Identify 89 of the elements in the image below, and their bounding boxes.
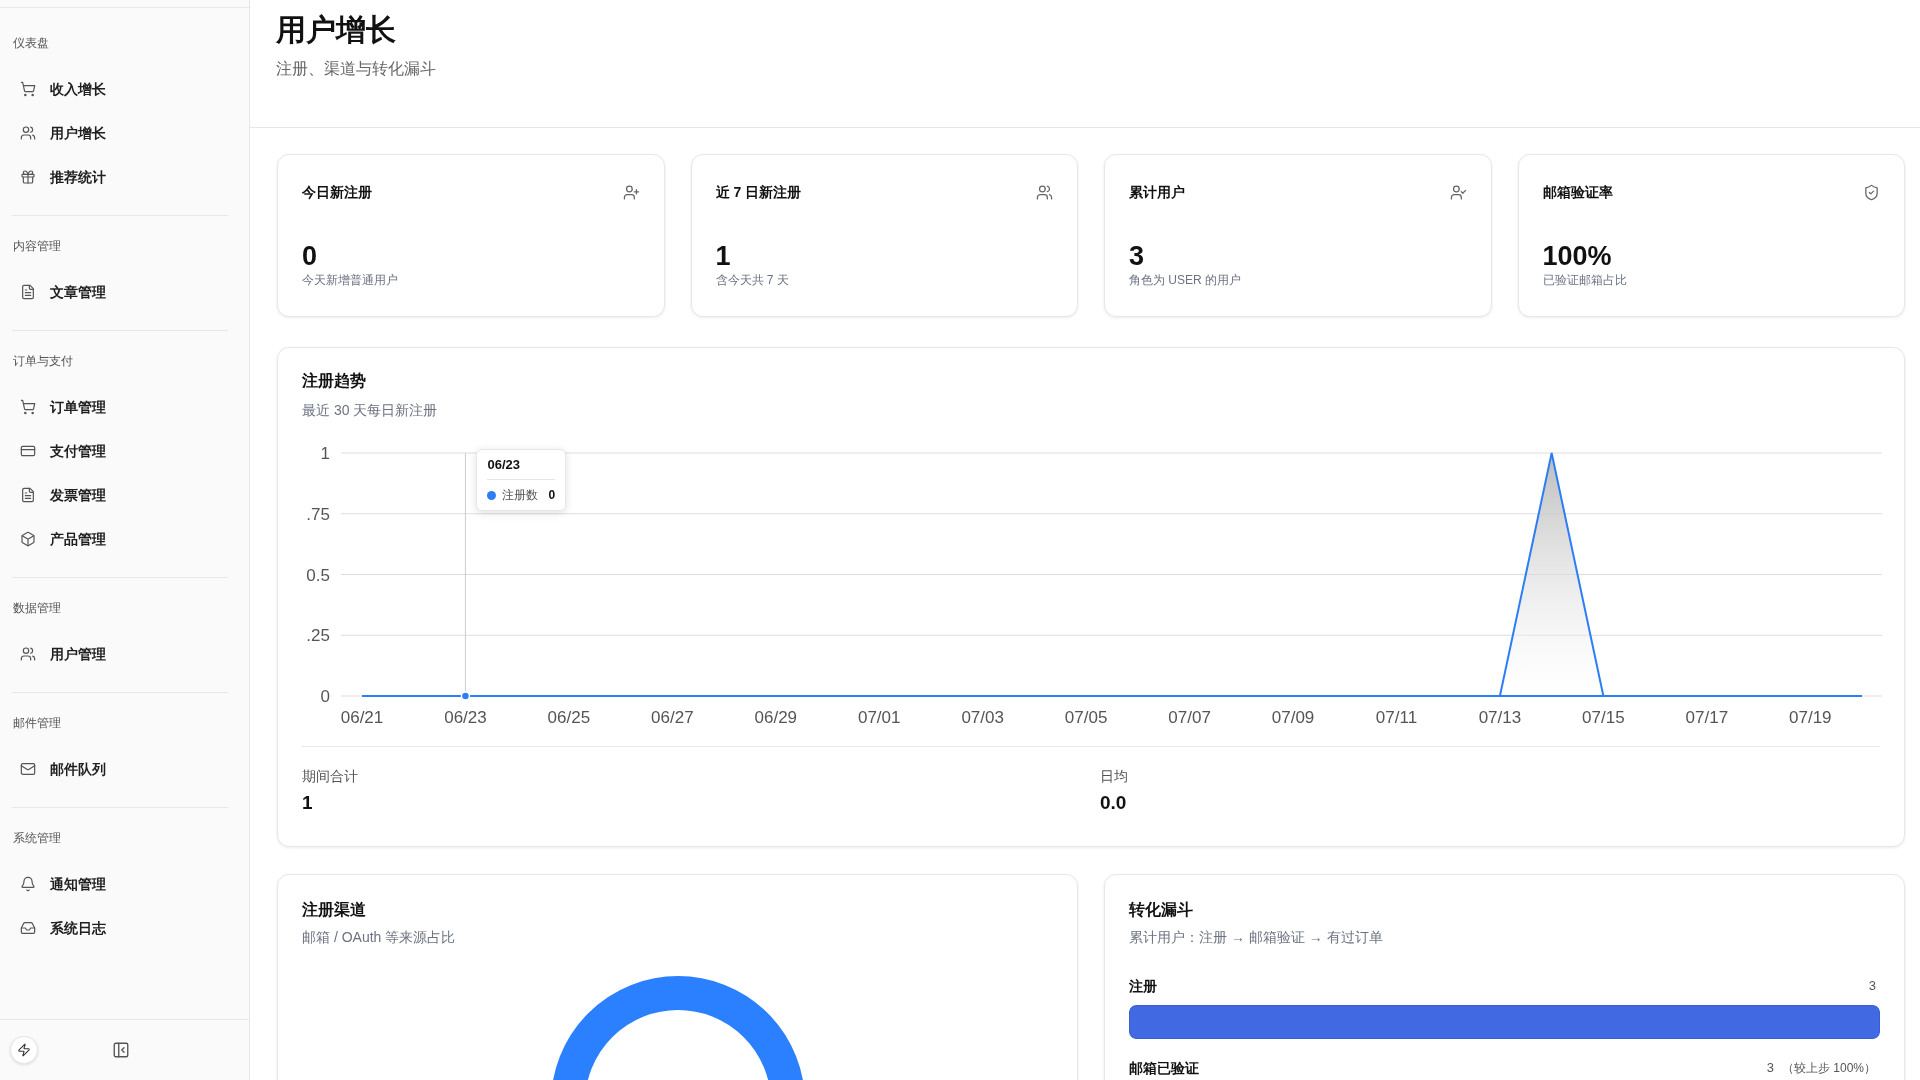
stat-value: 1 <box>715 240 732 272</box>
gift-icon <box>20 169 36 185</box>
nav-item[interactable]: 发票管理 <box>12 473 228 517</box>
axis-label: 06/23 <box>444 708 487 727</box>
stat-value: 100% <box>1542 240 1613 272</box>
card-title: 转化漏斗 <box>1129 900 1194 920</box>
axis-label: 07/05 <box>1064 708 1108 727</box>
stat-title: 累计用户 <box>1129 183 1185 202</box>
axis-label: 07/15 <box>1582 708 1625 727</box>
nav-item[interactable]: 用户管理 <box>12 632 228 676</box>
axis-label: 07/19 <box>1789 708 1832 727</box>
users-icon <box>20 125 36 141</box>
summary-label: 期间合计 <box>302 767 359 786</box>
axis-label: 07/01 <box>857 708 901 727</box>
page-subtitle: 注册、渠道与转化漏斗 <box>276 59 437 79</box>
panel-left-icon[interactable] <box>112 1041 130 1059</box>
stat-title: 邮箱验证率 <box>1542 183 1613 202</box>
funnel-step-label: 注册 <box>1129 977 1157 996</box>
credit-card-icon <box>20 443 36 459</box>
axis-label: 07/11 <box>1375 708 1418 727</box>
nav-group-label: 仪表盘 <box>13 35 50 52</box>
shopping-cart-icon <box>20 399 36 415</box>
tooltip-title: 06/23 <box>487 456 556 480</box>
card-title: 注册趋势 <box>302 371 367 391</box>
nav-item[interactable]: 订单管理 <box>12 385 228 429</box>
funnel-step-note: （较上步 100%） <box>1781 1060 1876 1077</box>
axis-label: 06/21 <box>340 708 384 727</box>
tooltip-value: 0 <box>548 487 556 503</box>
tooltip-series-name: 注册数 <box>502 487 539 503</box>
stat-title: 近 7 日新注册 <box>715 183 802 202</box>
lightning-icon <box>17 1043 31 1057</box>
summary-label: 日均 <box>1100 767 1129 786</box>
nav-item[interactable]: 收入增长 <box>12 67 228 111</box>
document-icon <box>20 487 36 503</box>
card-subtitle: 邮箱 / OAuth 等来源占比 <box>302 928 457 947</box>
stat-caption: 今天新增普通用户 <box>302 272 399 288</box>
nav-item[interactable]: 文章管理 <box>12 270 228 314</box>
nav-group-label: 数据管理 <box>13 600 62 617</box>
nav-item[interactable]: 系统日志 <box>12 906 228 950</box>
box-icon <box>20 531 36 547</box>
nav-item[interactable]: 通知管理 <box>12 862 228 906</box>
axis-label: 1 <box>320 444 330 463</box>
nav-item[interactable]: 邮件队列 <box>12 747 228 791</box>
card-subtitle: 最近 30 天每日新注册 <box>302 401 439 420</box>
summary-value: 0.0 <box>1100 791 1128 815</box>
page-title: 用户增长 <box>276 12 397 48</box>
axis-label: 06/29 <box>754 708 798 727</box>
stat-caption: 含今天共 7 天 <box>715 272 790 288</box>
shopping-cart-icon <box>20 81 36 97</box>
stat-value: 0 <box>302 240 319 272</box>
nav-item[interactable]: 推荐统计 <box>12 155 228 199</box>
stat-caption: 角色为 USER 的用户 <box>1129 272 1242 288</box>
axis-label: .75 <box>306 504 330 524</box>
stat-title: 今日新注册 <box>302 183 372 202</box>
bell-icon <box>20 876 36 892</box>
nav-group-label: 订单与支付 <box>13 353 74 370</box>
nav-group-label: 邮件管理 <box>13 715 62 732</box>
user-check-icon <box>1449 183 1467 201</box>
users-icon <box>1036 183 1053 201</box>
axis-label: .25 <box>306 626 330 646</box>
mail-icon <box>20 761 36 777</box>
document-icon <box>20 284 36 300</box>
nav-group-label: 系统管理 <box>13 830 62 847</box>
stat-value: 3 <box>1129 240 1146 272</box>
summary-value: 1 <box>302 791 314 815</box>
nav-item[interactable]: 产品管理 <box>12 517 228 561</box>
stat-caption: 已验证邮箱占比 <box>1542 272 1628 288</box>
nav-group-label: 内容管理 <box>13 238 62 255</box>
funnel-step-count: 3 <box>1766 1059 1774 1077</box>
shield-check-icon <box>1863 183 1880 201</box>
card-title: 注册渠道 <box>302 900 367 920</box>
nav-item[interactable]: 支付管理 <box>12 429 228 473</box>
nav-item[interactable]: 用户增长 <box>12 111 228 155</box>
card-subtitle: 累计用户：注册 → 邮箱验证 → 有过订单 <box>1129 928 1384 947</box>
axis-label: 07/09 <box>1271 708 1315 727</box>
funnel-step-count: 3 <box>1868 977 1876 995</box>
user-plus-icon <box>622 183 640 201</box>
axis-label: 07/03 <box>961 708 1004 727</box>
quick-action-button[interactable] <box>10 1036 38 1064</box>
axis-label: 0 <box>320 687 330 706</box>
users-icon <box>20 646 36 662</box>
axis-label: 06/27 <box>651 708 694 727</box>
axis-label: 06/25 <box>547 708 591 727</box>
axis-label: 07/07 <box>1168 708 1211 727</box>
funnel-step-label: 邮箱已验证 <box>1129 1059 1199 1078</box>
axis-label: 07/13 <box>1478 708 1522 727</box>
inbox-icon <box>20 920 36 936</box>
axis-label: 0.5 <box>306 565 330 585</box>
axis-label: 07/17 <box>1685 708 1729 727</box>
